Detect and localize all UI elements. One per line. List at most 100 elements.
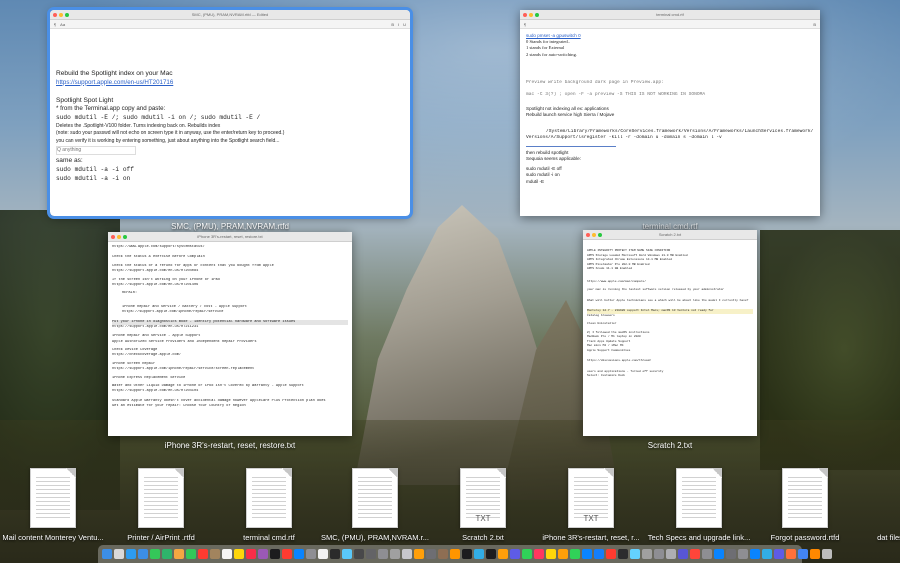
- file-thumbnail-label[interactable]: terminal cmd.rtf: [243, 533, 295, 542]
- format-toolbar[interactable]: ¶ B: [520, 20, 820, 29]
- preview-icon[interactable]: [342, 549, 352, 559]
- vpn-icon[interactable]: [774, 549, 784, 559]
- news-icon[interactable]: [282, 549, 292, 559]
- home-icon[interactable]: [498, 549, 508, 559]
- calculator-icon[interactable]: [414, 549, 424, 559]
- file-thumbnail-label[interactable]: Forgot password.rtfd: [771, 533, 840, 542]
- scripteditor-icon[interactable]: [666, 549, 676, 559]
- books-icon[interactable]: [450, 549, 460, 559]
- chrome-icon[interactable]: [798, 549, 808, 559]
- underline-button[interactable]: U: [403, 22, 406, 27]
- weather-icon[interactable]: [474, 549, 484, 559]
- bold-button[interactable]: B: [391, 22, 394, 27]
- window-titlebar[interactable]: iPhone 3R's-restart, reset, restore.txt: [108, 232, 352, 242]
- migration-icon[interactable]: [714, 549, 724, 559]
- photos-icon[interactable]: [174, 549, 184, 559]
- finder-icon[interactable]: [102, 549, 112, 559]
- shortcuts-icon[interactable]: [510, 549, 520, 559]
- file-thumbnail-label[interactable]: iPhone 3R's-restart, reset, r...: [542, 533, 639, 542]
- textedit-icon[interactable]: [318, 549, 328, 559]
- italic-button[interactable]: I: [398, 22, 399, 27]
- file-thumbnail-label[interactable]: Scratch 2.txt: [462, 533, 504, 542]
- document-body[interactable]: https://www.apple.com/support/systemstat…: [108, 242, 352, 413]
- numbers-icon[interactable]: [570, 549, 580, 559]
- freeform-icon[interactable]: [546, 549, 556, 559]
- grapher-icon[interactable]: [690, 549, 700, 559]
- file-thumbnail[interactable]: [246, 468, 292, 528]
- file-thumbnail-label[interactable]: Printer / AirPrint .rtfd: [127, 533, 195, 542]
- format-toolbar[interactable]: ¶ Aa B I U: [50, 20, 410, 29]
- quicktime-icon[interactable]: [618, 549, 628, 559]
- maps-icon[interactable]: [162, 549, 172, 559]
- file-thumbnail[interactable]: TXT: [460, 468, 506, 528]
- mail-icon[interactable]: [138, 549, 148, 559]
- file-thumbnail[interactable]: [676, 468, 722, 528]
- console-icon[interactable]: [366, 549, 376, 559]
- document-body[interactable]: Rebuild the Spotlight index on your Mac …: [50, 29, 410, 188]
- messages-icon[interactable]: [150, 549, 160, 559]
- airport-icon[interactable]: [762, 549, 772, 559]
- keychain-icon[interactable]: [390, 549, 400, 559]
- colorsync-icon[interactable]: [678, 549, 688, 559]
- file-thumbnail[interactable]: [352, 468, 398, 528]
- reminders-icon[interactable]: [222, 549, 232, 559]
- file-thumbnail-label[interactable]: Tech Specs and upgrade link...: [648, 533, 751, 542]
- launchpad-icon[interactable]: [114, 549, 124, 559]
- facetime-icon[interactable]: [186, 549, 196, 559]
- podcasts-icon[interactable]: [258, 549, 268, 559]
- fontbook-icon[interactable]: [642, 549, 652, 559]
- contacts-icon[interactable]: [210, 549, 220, 559]
- window-scratch-2[interactable]: Scratch 2.txt APPLE INTEGRITY PROTECT IT…: [583, 230, 757, 436]
- diskutil-icon[interactable]: [378, 549, 388, 559]
- ia-icon[interactable]: [630, 549, 640, 559]
- paragraph-style-popup[interactable]: ¶: [524, 22, 526, 27]
- file-thumbnail-label[interactable]: dat files: [877, 533, 900, 542]
- appstore-icon[interactable]: [294, 549, 304, 559]
- xcode-icon[interactable]: [594, 549, 604, 559]
- terminal-icon[interactable]: [330, 549, 340, 559]
- window-terminal-cmd[interactable]: terminal cmd.rtf ¶ B sudo pmset -a gpusw…: [520, 10, 820, 216]
- file-thumbnail[interactable]: [782, 468, 828, 528]
- tv-icon[interactable]: [270, 549, 280, 559]
- file-thumbnail[interactable]: [30, 468, 76, 528]
- document-body[interactable]: APPLE INTEGRITY PROTECT ITEM NAME SIZE C…: [583, 240, 757, 382]
- voicememos-icon[interactable]: [534, 549, 544, 559]
- trash-icon[interactable]: [822, 549, 832, 559]
- bold-button[interactable]: B: [813, 22, 816, 27]
- systeminfo-icon[interactable]: [702, 549, 712, 559]
- keynote-icon[interactable]: [582, 549, 592, 559]
- music-icon[interactable]: [246, 549, 256, 559]
- window-titlebar[interactable]: Scratch 2.txt: [583, 230, 757, 240]
- settings-icon[interactable]: [306, 549, 316, 559]
- firefox-icon[interactable]: [786, 549, 796, 559]
- font-popup[interactable]: Aa: [60, 22, 65, 27]
- file-thumbnail-label[interactable]: SMC, (PMU), PRAM,NVRAM.r...: [321, 533, 429, 542]
- bootcamp-icon[interactable]: [726, 549, 736, 559]
- vlc-icon[interactable]: [810, 549, 820, 559]
- safari-icon[interactable]: [126, 549, 136, 559]
- file-thumbnail[interactable]: TXT: [568, 468, 614, 528]
- screenshot-icon[interactable]: [402, 549, 412, 559]
- chess-icon[interactable]: [438, 549, 448, 559]
- automator-icon[interactable]: [654, 549, 664, 559]
- window-titlebar[interactable]: SMC, (PMU), PRAM,NVRAM.rtfd — Edited: [50, 10, 410, 20]
- pages-icon[interactable]: [558, 549, 568, 559]
- clock-icon[interactable]: [486, 549, 496, 559]
- photobooth-icon[interactable]: [606, 549, 616, 559]
- file-thumbnail-label[interactable]: Mail content Monterey Ventu...: [2, 533, 103, 542]
- activity-icon[interactable]: [354, 549, 364, 559]
- window-smc-rtfd[interactable]: SMC, (PMU), PRAM,NVRAM.rtfd — Edited ¶ A…: [47, 7, 413, 219]
- doc-link[interactable]: https://support.apple.com/en-us/HT201716: [56, 79, 404, 88]
- document-body[interactable]: sudo pmset -a gpuswitch 0 0 Stands for i…: [520, 29, 820, 189]
- file-thumbnail[interactable]: [138, 468, 184, 528]
- paragraph-style-popup[interactable]: ¶: [54, 22, 56, 27]
- bluetooth-icon[interactable]: [750, 549, 760, 559]
- notes-icon[interactable]: [234, 549, 244, 559]
- dictionary-icon[interactable]: [426, 549, 436, 559]
- findmy-icon[interactable]: [522, 549, 532, 559]
- window-titlebar[interactable]: terminal cmd.rtf: [520, 10, 820, 20]
- stocks-icon[interactable]: [462, 549, 472, 559]
- calendar-icon[interactable]: [198, 549, 208, 559]
- window-iphone-3rs[interactable]: iPhone 3R's-restart, reset, restore.txt …: [108, 232, 352, 436]
- audiomidi-icon[interactable]: [738, 549, 748, 559]
